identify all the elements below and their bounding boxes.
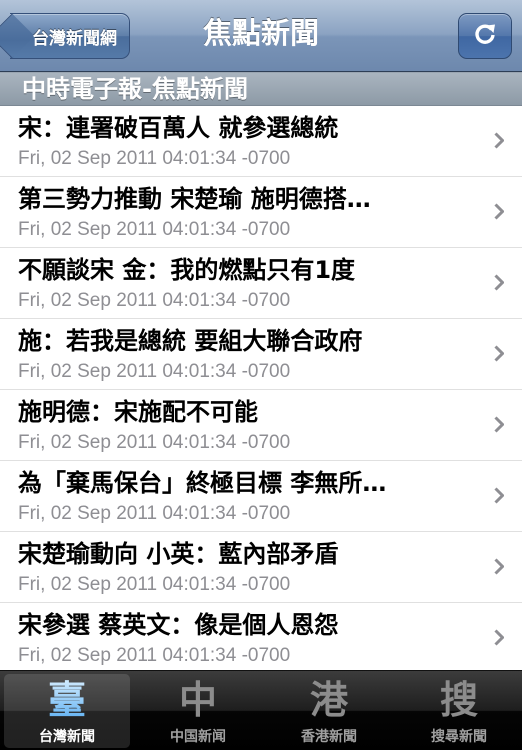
article-row[interactable]: 施：若我是總統 要組大聯合政府 Fri, 02 Sep 2011 04:01:3… (0, 319, 522, 390)
article-date: Fri, 02 Sep 2011 04:01:34 -0700 (18, 290, 291, 311)
article-date: Fri, 02 Sep 2011 04:01:34 -0700 (18, 361, 291, 382)
tab-search-news[interactable]: 搜 搜尋新聞 (396, 674, 522, 748)
article-title: 宋楚瑜動向 小英：藍內部矛盾 (18, 540, 339, 568)
tab-china-news[interactable]: 中 中国新闻 (135, 674, 261, 748)
article-date: Fri, 02 Sep 2011 04:01:34 -0700 (18, 574, 291, 595)
article-row[interactable]: 宋楚瑜動向 小英：藍內部矛盾 Fri, 02 Sep 2011 04:01:34… (0, 532, 522, 603)
china-tab-icon: 中 (178, 677, 217, 722)
section-header: 中時電子報-焦點新聞 (0, 72, 522, 106)
search-tab-icon: 搜 (439, 677, 478, 722)
taiwan-tab-icon: 臺 (4, 678, 130, 722)
article-date: Fri, 02 Sep 2011 04:01:34 -0700 (18, 432, 291, 453)
article-date: Fri, 02 Sep 2011 04:01:34 -0700 (18, 645, 291, 666)
article-list: 宋：連署破百萬人 就參選總統 Fri, 02 Sep 2011 04:01:34… (0, 106, 522, 670)
chevron-right-icon (494, 345, 504, 362)
back-button[interactable]: 台灣新聞網 (10, 13, 130, 59)
article-row[interactable]: 不願談宋 金：我的燃點只有1度 Fri, 02 Sep 2011 04:01:3… (0, 248, 522, 319)
chevron-right-icon (494, 558, 504, 575)
article-title: 施：若我是總統 要組大聯合政府 (18, 327, 363, 355)
refresh-icon (472, 21, 498, 51)
article-row[interactable]: 宋參選 蔡英文：像是個人恩怨 Fri, 02 Sep 2011 04:01:34… (0, 603, 522, 670)
article-date: Fri, 02 Sep 2011 04:01:34 -0700 (18, 148, 291, 169)
chevron-right-icon (494, 629, 504, 646)
article-row[interactable]: 宋：連署破百萬人 就參選總統 Fri, 02 Sep 2011 04:01:34… (0, 106, 522, 177)
tab-hongkong-news[interactable]: 港 香港新聞 (266, 674, 392, 748)
hongkong-tab-icon: 港 (309, 677, 348, 722)
article-date: Fri, 02 Sep 2011 04:01:34 -0700 (18, 219, 291, 240)
tab-taiwan-news[interactable]: 臺 台灣新聞 (4, 674, 130, 748)
tab-bar: 臺 台灣新聞 中 中国新闻 港 香港新聞 搜 搜尋新聞 (0, 670, 522, 750)
refresh-button[interactable] (458, 13, 512, 59)
article-title: 宋：連署破百萬人 就參選總統 (18, 114, 339, 142)
back-button-label: 台灣新聞網 (32, 28, 117, 49)
chevron-right-icon (494, 132, 504, 149)
chevron-right-icon (494, 274, 504, 291)
article-row[interactable]: 施明德：宋施配不可能 Fri, 02 Sep 2011 04:01:34 -07… (0, 390, 522, 461)
article-title: 施明德：宋施配不可能 (18, 398, 258, 426)
tab-label: 香港新聞 (301, 729, 357, 745)
tab-label: 搜尋新聞 (431, 729, 487, 745)
tab-label: 台灣新聞 (39, 729, 95, 745)
article-row[interactable]: 第三勢力推動 宋楚瑜 施明德搭… Fri, 02 Sep 2011 04:01:… (0, 177, 522, 248)
chevron-right-icon (494, 487, 504, 504)
navigation-bar: 台灣新聞網 焦點新聞 (0, 0, 522, 72)
article-title: 不願談宋 金：我的燃點只有1度 (18, 256, 356, 284)
article-date: Fri, 02 Sep 2011 04:01:34 -0700 (18, 503, 291, 524)
chevron-right-icon (494, 203, 504, 220)
chevron-right-icon (494, 416, 504, 433)
article-title: 第三勢力推動 宋楚瑜 施明德搭… (18, 185, 371, 213)
article-title: 宋參選 蔡英文：像是個人恩怨 (18, 611, 339, 639)
article-row[interactable]: 為「棄馬保台」終極目標 李無所… Fri, 02 Sep 2011 04:01:… (0, 461, 522, 532)
article-title: 為「棄馬保台」終極目標 李無所… (18, 469, 387, 497)
tab-label: 中国新闻 (170, 729, 226, 745)
